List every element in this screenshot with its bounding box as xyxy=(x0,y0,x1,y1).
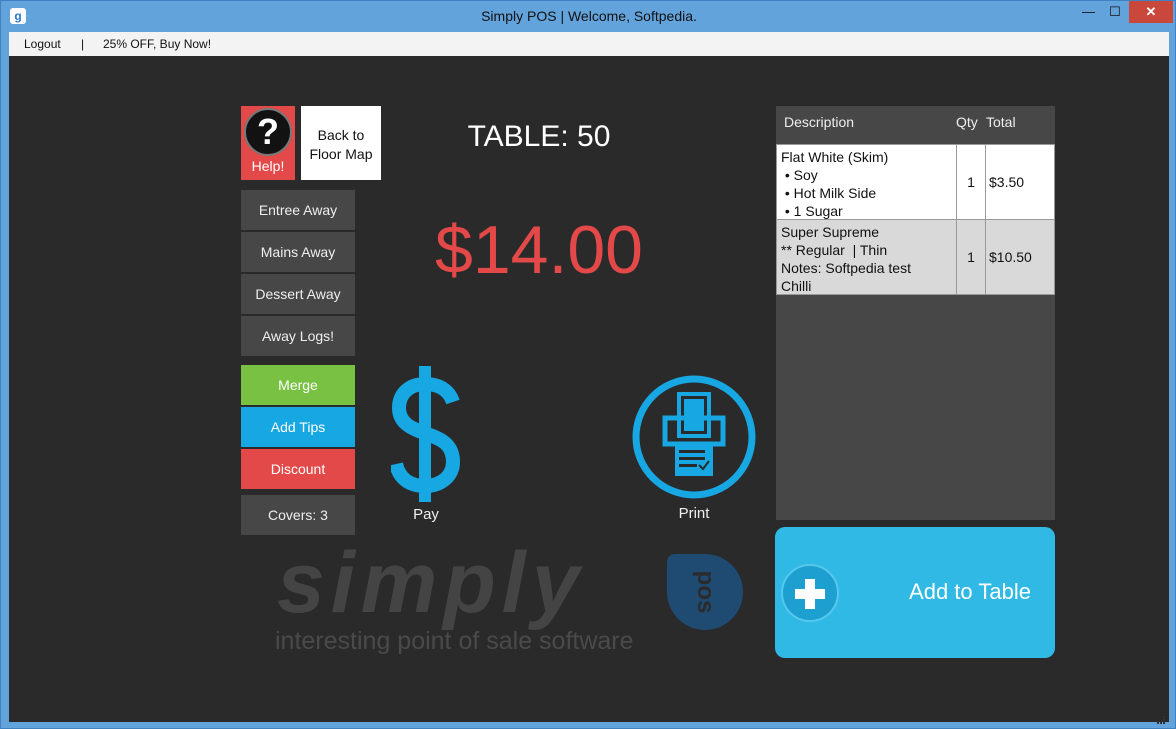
item-line: Flat White (Skim) xyxy=(781,149,889,165)
item-note: Chilli xyxy=(781,278,812,294)
help-label: Help! xyxy=(251,158,285,174)
column-qty: Qty xyxy=(956,114,978,130)
dollar-icon[interactable] xyxy=(389,366,461,502)
add-tips-button[interactable]: Add Tips xyxy=(241,407,355,447)
dessert-away-button[interactable]: Dessert Away xyxy=(241,274,355,314)
logo-tagline: interesting point of sale software xyxy=(275,627,634,655)
logo-badge: pos xyxy=(667,554,743,630)
status-bar xyxy=(9,716,1169,726)
item-modifier: • Soy xyxy=(781,167,818,183)
simply-pos-logo: simply pos interesting point of sale sof… xyxy=(271,534,751,659)
order-item-description: Flat White (Skim) • Soy • Hot Milk Side … xyxy=(777,145,957,219)
minimize-button[interactable]: — xyxy=(1075,1,1102,23)
back-to-floor-map-button[interactable]: Back to Floor Map xyxy=(301,106,381,180)
add-to-table-button[interactable]: Add to Table xyxy=(775,527,1055,658)
order-panel: Description Qty Total Flat White (Skim) … xyxy=(776,106,1055,520)
order-table-header: Description Qty Total xyxy=(776,106,1055,144)
back-label-line1: Back to xyxy=(317,127,365,143)
print-label: Print xyxy=(678,505,710,522)
column-total: Total xyxy=(986,114,1016,130)
mains-away-button[interactable]: Mains Away xyxy=(241,232,355,272)
logout-link[interactable]: Logout xyxy=(24,37,61,51)
menu-separator: | xyxy=(81,37,85,51)
logo-wordmark: simply xyxy=(277,535,586,631)
plus-icon xyxy=(781,564,839,622)
order-item-total: $3.50 xyxy=(989,174,1025,190)
maximize-button[interactable]: ☐ xyxy=(1102,1,1128,23)
close-button[interactable]: ✕ xyxy=(1129,1,1173,23)
away-logs-button[interactable]: Away Logs! xyxy=(241,316,355,356)
item-modifier: • 1 Sugar xyxy=(781,203,843,219)
menu-bar: Logout | 25% OFF, Buy Now! xyxy=(9,32,1169,56)
discount-button[interactable]: Discount xyxy=(241,449,355,489)
item-modifier: • Hot Milk Side xyxy=(781,185,877,201)
item-line: Super Supreme xyxy=(781,224,880,240)
order-row[interactable]: Super Supreme ** Regular | Thin Notes: S… xyxy=(776,219,1055,295)
pay-label: Pay xyxy=(413,506,439,523)
covers-button[interactable]: Covers: 3 xyxy=(241,495,355,535)
order-item-description: Super Supreme ** Regular | Thin Notes: S… xyxy=(777,220,957,294)
back-label-line2: Floor Map xyxy=(309,146,373,162)
order-row[interactable]: Flat White (Skim) • Soy • Hot Milk Side … xyxy=(776,144,1055,220)
item-note: Notes: Softpedia test xyxy=(781,260,911,276)
promo-link[interactable]: 25% OFF, Buy Now! xyxy=(103,37,211,51)
window-title: Simply POS | Welcome, Softpedia. xyxy=(481,8,697,24)
merge-button[interactable]: Merge xyxy=(241,365,355,405)
title-bar[interactable]: g Simply POS | Welcome, Softpedia. — ☐ ✕ xyxy=(1,1,1176,32)
entree-away-button[interactable]: Entree Away xyxy=(241,190,355,230)
order-item-qty: 1 xyxy=(957,145,986,219)
help-button[interactable]: ? Help! xyxy=(241,106,295,180)
main-content: ? Help! Back to Floor Map Entree Away Ma… xyxy=(9,56,1169,722)
help-icon: ? xyxy=(244,108,292,156)
table-number: TABLE: 50 xyxy=(467,120,611,153)
resize-grip-icon[interactable] xyxy=(1157,716,1165,724)
add-to-table-label: Add to Table xyxy=(909,579,1031,604)
app-window: g Simply POS | Welcome, Softpedia. — ☐ ✕… xyxy=(0,0,1176,729)
printer-icon[interactable] xyxy=(629,372,759,502)
order-item-total: $10.50 xyxy=(989,249,1032,265)
table-total: $14.00 xyxy=(435,212,643,288)
item-modifier: ** Regular | Thin xyxy=(781,242,888,258)
order-item-qty: 1 xyxy=(957,220,986,294)
column-description: Description xyxy=(784,114,855,130)
